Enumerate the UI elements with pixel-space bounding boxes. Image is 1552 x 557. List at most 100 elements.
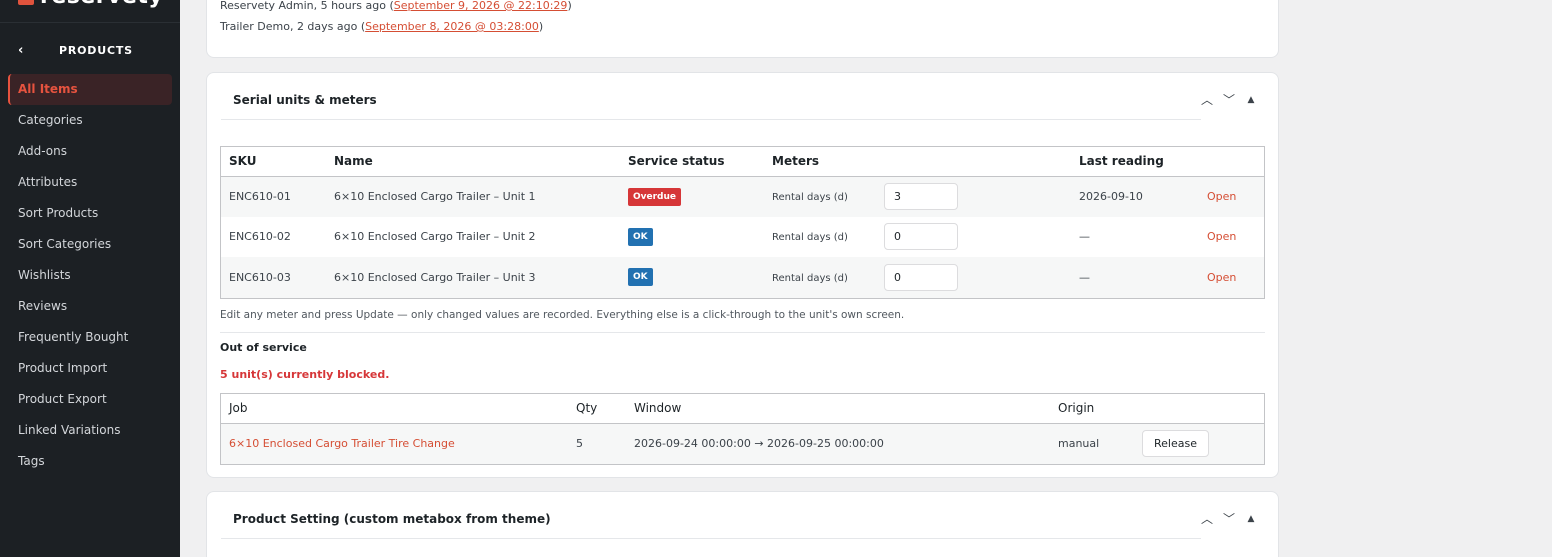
sidebar-item-add-ons[interactable]: Add-ons: [8, 136, 172, 167]
column-header-window: Window: [626, 394, 1050, 424]
move-up-icon[interactable]: ︿: [1200, 91, 1214, 108]
card-header-controls: ︿ ﹀ ▲: [1200, 510, 1258, 527]
column-header-actions: [1134, 394, 1264, 424]
action-cell: Release: [1134, 423, 1264, 464]
last-reading: —: [1071, 257, 1199, 298]
column-header-sku: SKU: [221, 147, 326, 177]
sidebar-item-product-export[interactable]: Product Export: [8, 384, 172, 415]
service-status-cell: OK: [620, 217, 764, 258]
last-reading: 2026-09-10: [1071, 176, 1199, 217]
table-row: 6×10 Enclosed Cargo Trailer Tire Change …: [221, 423, 1264, 464]
open-unit-link[interactable]: Open: [1207, 190, 1236, 203]
sidebar-nav: All Items Categories Add-ons Attributes …: [8, 74, 172, 477]
service-status-cell: Overdue: [620, 176, 764, 217]
unit-name: 6×10 Enclosed Cargo Trailer – Unit 3: [326, 257, 620, 298]
sidebar-item-reviews[interactable]: Reviews: [8, 291, 172, 322]
serial-units-table: SKU Name Service status Meters Last read…: [220, 146, 1265, 299]
column-header-last-reading: Last reading: [1071, 147, 1199, 177]
sidebar-item-wishlists[interactable]: Wishlists: [8, 260, 172, 291]
sidebar-item-sort-products[interactable]: Sort Products: [8, 198, 172, 229]
table-row: ENC610-02 6×10 Enclosed Cargo Trailer – …: [221, 217, 1264, 258]
action-cell: Open: [1199, 176, 1264, 217]
sidebar-item-linked-variations[interactable]: Linked Variations: [8, 415, 172, 446]
meter-label-cell: Rental days (d): [764, 257, 876, 298]
revision-line: Reservety Admin, 5 hours ago (September …: [220, 0, 572, 12]
sidebar-item-sort-categories[interactable]: Sort Categories: [8, 229, 172, 260]
collapse-toggle-icon[interactable]: ▲: [1244, 514, 1258, 524]
brand-logo[interactable]: reservety: [18, 0, 163, 8]
sidebar-item-product-import[interactable]: Product Import: [8, 353, 172, 384]
action-cell: Open: [1199, 217, 1264, 258]
card-title: Serial units & meters: [233, 93, 377, 107]
unit-sku: ENC610-02: [229, 230, 291, 244]
sidebar-item-categories[interactable]: Categories: [8, 105, 172, 136]
revision-line: Trailer Demo, 2 days ago (September 8, 2…: [220, 20, 543, 33]
blocked-units-warning: 5 unit(s) currently blocked.: [220, 368, 390, 381]
sidebar-item-frequently-bought[interactable]: Frequently Bought: [8, 322, 172, 353]
sidebar-item-tags[interactable]: Tags: [8, 446, 172, 477]
unit-name: 6×10 Enclosed Cargo Trailer – Unit 2: [334, 230, 536, 244]
service-status-cell: OK: [620, 257, 764, 298]
meters-help-text: Edit any meter and press Update — only c…: [220, 309, 905, 321]
out-of-service-table: Job Qty Window Origin 6×10 Enclosed Carg…: [220, 393, 1265, 465]
move-up-icon[interactable]: ︿: [1200, 510, 1214, 527]
revision-date-link[interactable]: September 8, 2026 @ 03:28:00: [365, 20, 539, 33]
column-header-service-status: Service status: [620, 147, 764, 177]
meter-label: Rental days (d): [772, 192, 848, 203]
out-of-service-title: Out of service: [220, 341, 307, 354]
action-cell: Open: [1199, 257, 1264, 298]
table-row: ENC610-03 6×10 Enclosed Cargo Trailer – …: [221, 257, 1264, 298]
sidebar-item-attributes[interactable]: Attributes: [8, 167, 172, 198]
card-header: Serial units & meters ︿ ﹀ ▲: [207, 73, 1278, 129]
meter-input[interactable]: [884, 183, 958, 210]
product-setting-card: Product Setting (custom metabox from the…: [206, 491, 1279, 557]
unit-name: 6×10 Enclosed Cargo Trailer – Unit 1: [326, 176, 620, 217]
card-header: Product Setting (custom metabox from the…: [207, 492, 1278, 548]
release-button[interactable]: Release: [1142, 430, 1209, 458]
column-header-job: Job: [221, 394, 568, 424]
column-header-meters: Meters: [764, 147, 876, 177]
table-header-row: SKU Name Service status Meters Last read…: [221, 147, 1264, 177]
brand-name: reservety: [40, 0, 163, 8]
job-origin: manual: [1050, 423, 1134, 464]
open-unit-link[interactable]: Open: [1207, 271, 1236, 284]
meter-input[interactable]: [884, 223, 958, 251]
meter-input-cell: [876, 257, 1071, 298]
revision-suffix: ): [567, 0, 572, 12]
status-badge: Overdue: [628, 187, 682, 206]
open-unit-link[interactable]: Open: [1207, 230, 1236, 243]
header-divider: [221, 538, 1201, 539]
revision-author: Trailer Demo, 2 days ago (: [220, 20, 366, 33]
sidebar-section-header: ‹ PRODUCTS: [0, 36, 180, 64]
sidebar: reservety ‹ PRODUCTS All Items Categorie…: [0, 0, 180, 557]
meter-input[interactable]: [884, 263, 958, 291]
job-cell: 6×10 Enclosed Cargo Trailer Tire Change: [221, 423, 568, 464]
table-header-row: Job Qty Window Origin: [221, 394, 1264, 424]
unit-sku: ENC610-01: [221, 176, 326, 217]
card-header-controls: ︿ ﹀ ▲: [1200, 91, 1258, 108]
sidebar-section-title: PRODUCTS: [59, 43, 133, 57]
move-down-icon[interactable]: ﹀: [1222, 91, 1236, 108]
meter-label: Rental days (d): [772, 272, 848, 284]
revision-author: Reservety Admin, 5 hours ago (: [220, 0, 394, 12]
job-link[interactable]: 6×10 Enclosed Cargo Trailer Tire Change: [229, 437, 455, 450]
revisions-card: Reservety Admin, 5 hours ago (September …: [206, 0, 1279, 58]
revision-date-link[interactable]: September 9, 2026 @ 22:10:29: [394, 0, 568, 12]
job-window: 2026-09-24 00:00:00 → 2026-09-25 00:00:0…: [626, 423, 1050, 464]
status-badge: OK: [628, 268, 653, 287]
meter-label-cell: Rental days (d): [764, 176, 876, 217]
sidebar-divider: [0, 22, 180, 23]
main-content: Reservety Admin, 5 hours ago (September …: [180, 0, 1552, 557]
sidebar-item-all-items[interactable]: All Items: [8, 74, 172, 105]
meter-input-cell: [876, 217, 1071, 258]
move-down-icon[interactable]: ﹀: [1222, 510, 1236, 527]
chevron-left-icon[interactable]: ‹: [18, 43, 42, 58]
status-badge: OK: [628, 227, 653, 246]
column-header-qty: Qty: [568, 394, 626, 424]
section-divider: [220, 332, 1265, 333]
column-header-actions: [1199, 147, 1264, 177]
collapse-toggle-icon[interactable]: ▲: [1244, 95, 1258, 105]
meter-input-cell: [876, 176, 1071, 217]
unit-sku: ENC610-03: [221, 257, 326, 298]
column-header-name: Name: [326, 147, 620, 177]
